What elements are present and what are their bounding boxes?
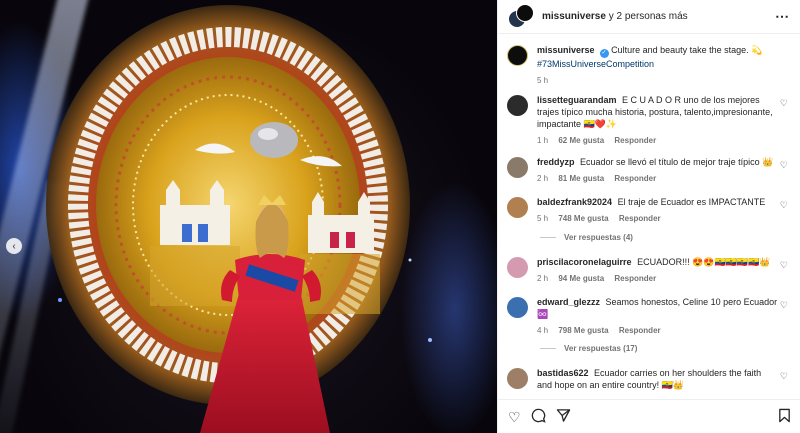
author-username[interactable]: missuniverse bbox=[542, 11, 606, 22]
comment-time: 2 h bbox=[537, 174, 549, 183]
comment-time: 2 h bbox=[537, 274, 549, 283]
reply-button[interactable]: Responder bbox=[614, 174, 656, 183]
like-comment-heart-icon[interactable]: ♡ bbox=[780, 160, 788, 171]
avatar[interactable] bbox=[507, 45, 528, 66]
like-comment-heart-icon[interactable]: ♡ bbox=[780, 98, 788, 109]
comments-panel: missuniverse y 2 personas más ⋯ missuniv… bbox=[497, 0, 800, 433]
heart-icon[interactable]: ♡ bbox=[508, 410, 521, 424]
post-actions-bar: ♡ bbox=[498, 399, 800, 433]
comment-text: ECUADOR!!! 😍😍🇪🇨🇪🇨🇪🇨🇪🇨👑 bbox=[637, 257, 771, 267]
comment-username[interactable]: baldezfrank92024 bbox=[537, 197, 612, 207]
comment-item: lissetteguarandam E C U A D O R uno de l… bbox=[507, 94, 794, 147]
previous-image-button[interactable]: ‹ bbox=[6, 238, 22, 254]
caption-username[interactable]: missuniverse bbox=[537, 45, 595, 55]
avatar[interactable] bbox=[507, 257, 528, 278]
bookmark-icon[interactable] bbox=[778, 408, 791, 425]
comment-list[interactable]: missuniverse ✓ Culture and beauty take th… bbox=[498, 34, 800, 398]
like-comment-heart-icon[interactable]: ♡ bbox=[780, 371, 788, 382]
reply-button[interactable]: Responder bbox=[619, 214, 661, 223]
comment-text: El traje de Ecuador es IMPACTANTE bbox=[617, 197, 766, 207]
view-replies-button[interactable]: Ver respuestas (17) bbox=[540, 344, 637, 353]
comment-username[interactable]: priscilacoronelaguirre bbox=[537, 257, 632, 267]
comment-icon[interactable] bbox=[531, 408, 546, 425]
caption: missuniverse ✓ Culture and beauty take th… bbox=[507, 44, 794, 87]
comment-likes[interactable]: 81 Me gusta bbox=[558, 174, 604, 183]
caption-time: 5 h bbox=[537, 76, 549, 85]
comment-time: 5 h bbox=[537, 214, 549, 223]
hashtag-link[interactable]: #73MissUniverseCompetition bbox=[537, 59, 654, 69]
avatar[interactable] bbox=[507, 197, 528, 218]
other-authors-text[interactable]: y 2 personas más bbox=[609, 11, 688, 22]
comment-item: edward_glezzz Seamos honestos, Celine 10… bbox=[507, 296, 794, 337]
share-icon[interactable] bbox=[556, 408, 571, 425]
verified-badge-icon: ✓ bbox=[599, 49, 609, 58]
avatar[interactable] bbox=[507, 368, 528, 389]
like-comment-heart-icon[interactable]: ♡ bbox=[780, 200, 788, 211]
post-photo[interactable]: ‹ bbox=[0, 0, 497, 433]
post-header: missuniverse y 2 personas más ⋯ bbox=[498, 0, 800, 34]
post-authors[interactable]: missuniverse y 2 personas más bbox=[542, 11, 775, 22]
like-comment-heart-icon[interactable]: ♡ bbox=[780, 300, 788, 311]
collab-avatars[interactable] bbox=[508, 3, 534, 30]
comment-item: bastidas622 Ecuador carries on her shoul… bbox=[507, 367, 794, 391]
comment-item: baldezfrank92024 El traje de Ecuador es … bbox=[507, 196, 794, 225]
comment-likes[interactable]: 94 Me gusta bbox=[558, 274, 604, 283]
comment-time: 4 h bbox=[537, 326, 549, 335]
reply-button[interactable]: Responder bbox=[619, 326, 661, 335]
like-comment-heart-icon[interactable]: ♡ bbox=[780, 260, 788, 271]
reply-button[interactable]: Responder bbox=[614, 274, 656, 283]
reply-button[interactable]: Responder bbox=[614, 136, 656, 145]
avatar[interactable] bbox=[507, 297, 528, 318]
comment-item: priscilacoronelaguirre ECUADOR!!! 😍😍🇪🇨🇪🇨… bbox=[507, 256, 794, 285]
comment-likes[interactable]: 62 Me gusta bbox=[558, 136, 604, 145]
avatar[interactable] bbox=[507, 157, 528, 178]
comment-likes[interactable]: 798 Me gusta bbox=[558, 326, 608, 335]
comment-item: freddyzp Ecuador se llevó el título de m… bbox=[507, 156, 794, 185]
comment-text: Ecuador se llevó el título de mejor traj… bbox=[580, 157, 774, 167]
comment-likes[interactable]: 748 Me gusta bbox=[558, 214, 608, 223]
comment-username[interactable]: edward_glezzz bbox=[537, 297, 600, 307]
avatar bbox=[516, 3, 534, 22]
avatar[interactable] bbox=[507, 95, 528, 116]
caption-text: Culture and beauty take the stage. 💫 bbox=[611, 45, 763, 55]
costume-illustration bbox=[46, 5, 432, 433]
comment-username[interactable]: lissetteguarandam bbox=[537, 95, 617, 105]
more-options-icon[interactable]: ⋯ bbox=[775, 8, 790, 25]
view-replies-button[interactable]: Ver respuestas (4) bbox=[540, 233, 633, 242]
comment-username[interactable]: freddyzp bbox=[537, 157, 575, 167]
comment-time: 1 h bbox=[537, 136, 549, 145]
comment-username[interactable]: bastidas622 bbox=[537, 368, 589, 378]
